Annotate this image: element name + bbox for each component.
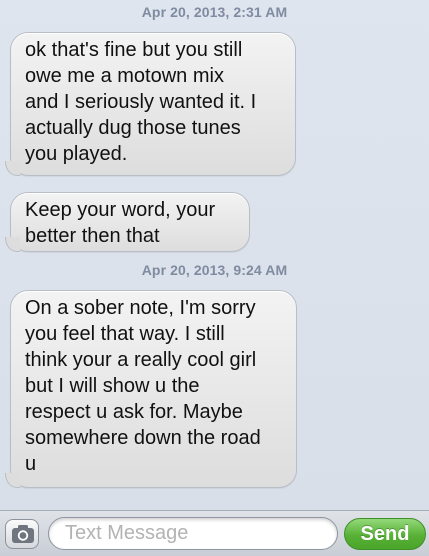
- message-bubble-received[interactable]: ok that's fine but you still owe me a mo…: [5, 32, 296, 176]
- message-composer: Send: [0, 510, 429, 556]
- send-button[interactable]: Send: [344, 518, 426, 550]
- message-bubble-received[interactable]: On a sober note, I'm sorry you feel that…: [5, 290, 297, 488]
- camera-button[interactable]: [5, 519, 39, 549]
- text-message-input[interactable]: [48, 517, 338, 550]
- timestamp: Apr 20, 2013, 9:24 AM: [141, 262, 288, 278]
- timestamp: Apr 20, 2013, 2:31 AM: [141, 4, 288, 20]
- message-bubble-received[interactable]: Keep your word, your better then that: [5, 192, 250, 252]
- message-thread[interactable]: Apr 20, 2013, 2:31 AM ok that's fine but…: [0, 0, 429, 510]
- camera-icon: [12, 525, 34, 543]
